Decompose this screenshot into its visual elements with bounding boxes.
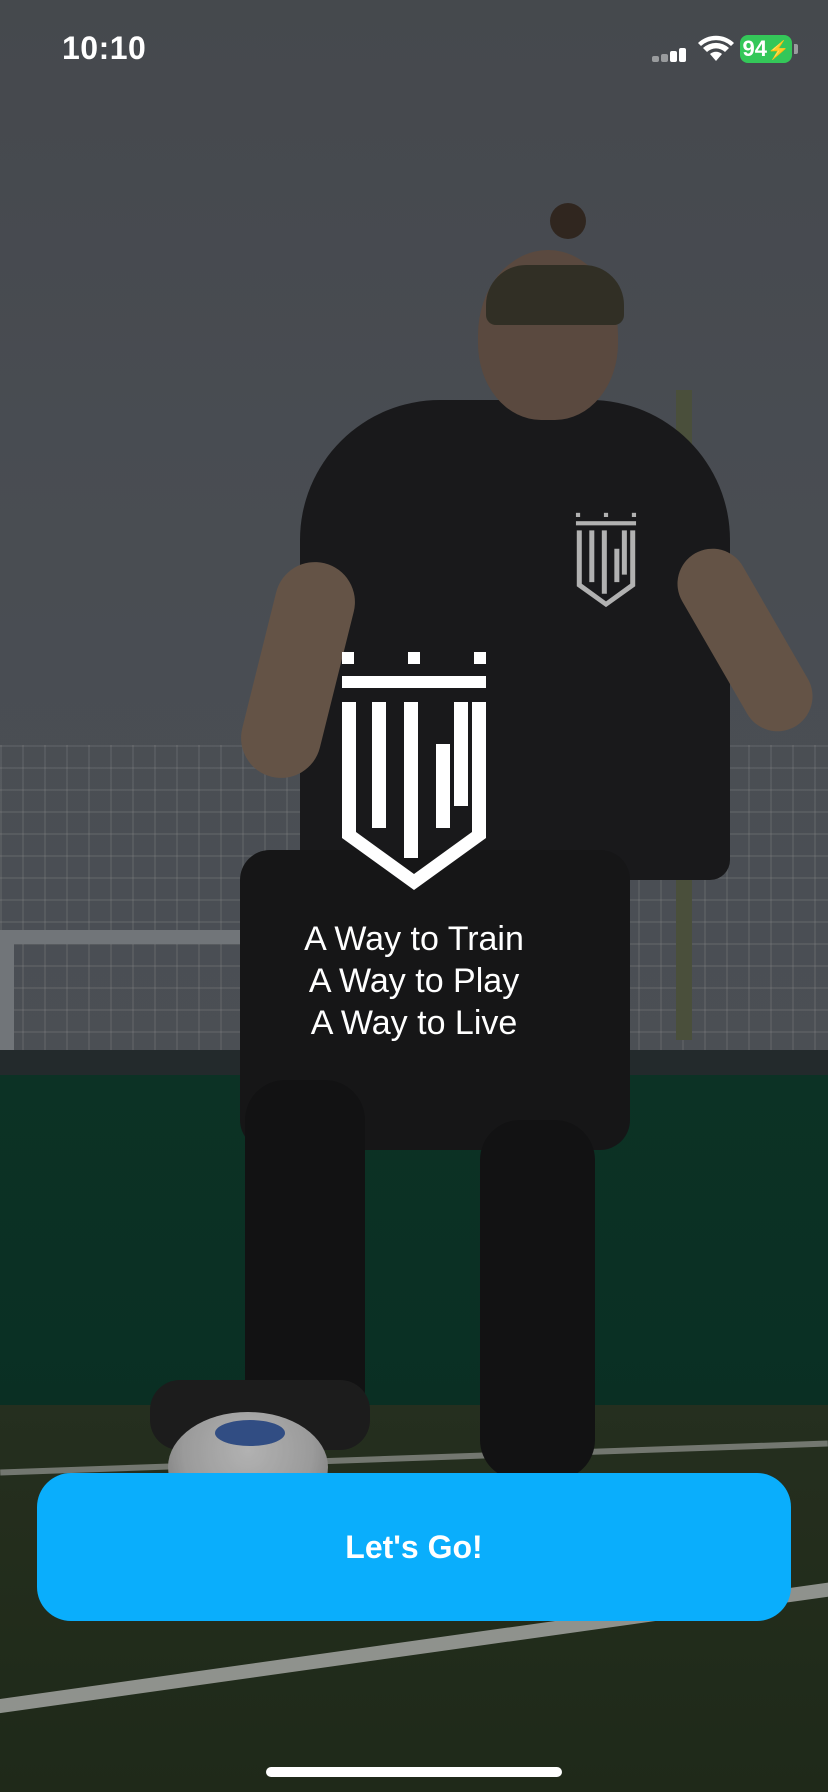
brand-logo-icon	[342, 652, 486, 890]
tagline-line: A Way to Live	[310, 1004, 518, 1042]
home-indicator[interactable]	[266, 1767, 562, 1777]
battery-icon: 94⚡	[740, 35, 792, 63]
splash-screen: 10:10 94⚡ A Way to Train A Way to Play A…	[0, 0, 828, 1792]
battery-level: 94	[742, 36, 768, 61]
tagline-line: A Way to Play	[308, 962, 520, 1000]
tagline: A Way to Train A Way to Play A Way to Li…	[214, 918, 614, 1044]
wifi-icon	[698, 35, 734, 61]
cellular-signal-icon	[652, 48, 688, 62]
tagline-line: A Way to Train	[304, 920, 524, 958]
charging-bolt-icon: ⚡	[767, 40, 790, 60]
lets-go-button[interactable]: Let's Go!	[37, 1473, 791, 1621]
battery-cap	[794, 44, 798, 54]
status-time: 10:10	[62, 30, 147, 66]
